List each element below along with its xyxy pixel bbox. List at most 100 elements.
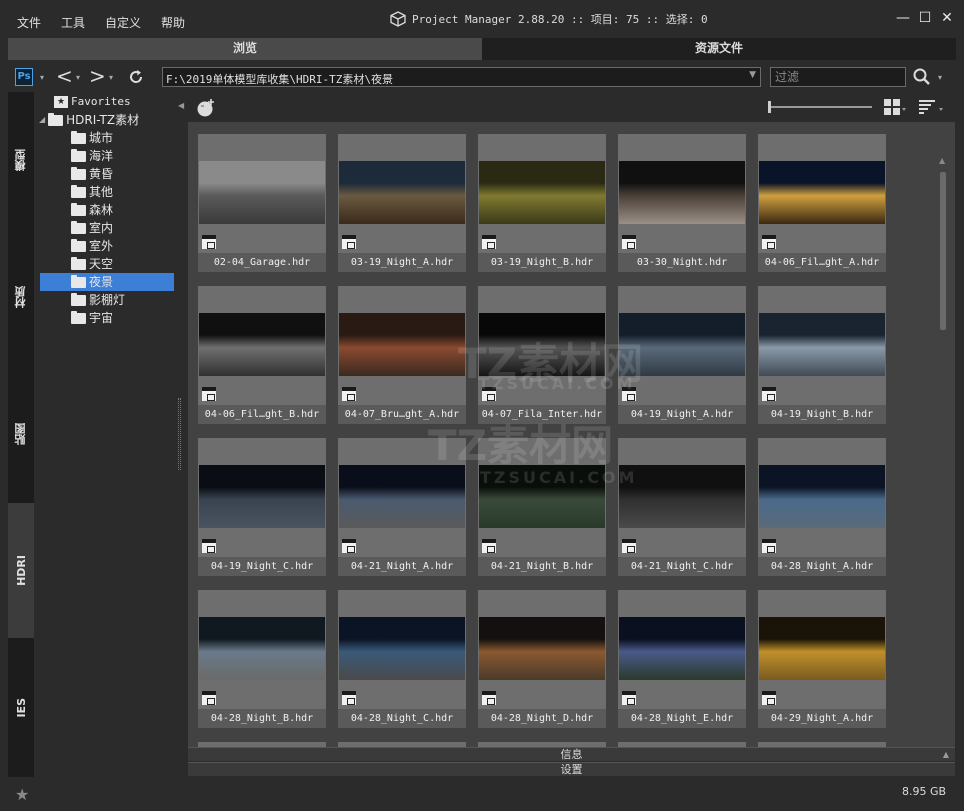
file-card[interactable]: 03-19_Night_A.hdr [338,134,466,272]
hdr-file-icon [342,539,356,553]
tree-folder[interactable]: 森林 [71,201,113,219]
forward-history-dropdown-icon[interactable]: ▾ [109,73,113,82]
close-button[interactable]: ✕ [939,10,955,26]
tree-item-root[interactable]: ◢ HDRI-TZ素材 [39,111,139,129]
tree-folder[interactable]: 影棚灯 [71,291,125,309]
thumbnail-size-slider[interactable] [768,101,872,113]
grid-view-icon[interactable] [884,99,906,115]
hdr-thumbnail [339,313,465,376]
ps-dropdown-icon[interactable]: ▾ [40,73,44,82]
hdr-file-icon [342,691,356,705]
search-dropdown-icon[interactable]: ▾ [938,73,942,82]
menu-help[interactable]: 帮助 [161,14,185,31]
file-card[interactable]: 04-07_Bru…ght_A.hdr [338,286,466,424]
side-tab-models[interactable]: 模型 [8,92,34,227]
hdr-file-icon [202,539,216,553]
file-card[interactable]: 04-28_Night_A.hdr [758,438,886,576]
file-name: 04-21_Night_B.hdr [478,557,606,576]
tree-item-label: HDRI-TZ素材 [66,113,140,127]
file-card[interactable]: 04-19_Night_A.hdr [618,286,746,424]
file-card[interactable]: 02-04_Garage.hdr [198,134,326,272]
file-card[interactable]: 04-06_Fil…ght_B.hdr [198,286,326,424]
side-tab-materials[interactable]: 材质 [8,229,34,364]
collapse-tree-icon[interactable]: ◀ [178,101,184,110]
path-dropdown-icon[interactable]: ▼ [749,70,756,80]
hdr-file-icon [482,691,496,705]
path-input[interactable]: F:\2019单体模型库收集\HDRI-TZ素材\夜景 ▼ [162,67,761,87]
hdr-file-icon [622,235,636,249]
tree-folder[interactable]: 室内 [71,219,113,237]
hdr-thumbnail [199,465,325,528]
add-item-icon[interactable] [196,98,216,118]
tree-folder[interactable]: 室外 [71,237,113,255]
hdr-thumbnail [759,617,885,680]
slider-handle[interactable] [768,101,771,113]
forward-arrow-icon[interactable]: > [89,66,106,86]
menu-customize[interactable]: 自定义 [105,14,141,31]
scroll-up-icon[interactable]: ▲ [939,156,945,165]
search-icon[interactable] [912,67,932,87]
hdr-file-icon [202,691,216,705]
folder-icon [71,130,86,144]
file-card[interactable]: 04-06_Fil…ght_A.hdr [758,134,886,272]
collapse-arrow-icon[interactable]: ◢ [39,111,45,129]
maximize-button[interactable]: ☐ [917,10,933,26]
star-icon[interactable]: ★ [15,785,29,804]
file-card[interactable]: 04-28_Night_E.hdr [618,590,746,728]
tree-item-favorites[interactable]: ★ Favorites [54,93,131,111]
pane-splitter[interactable] [178,398,181,470]
file-card[interactable]: 04-19_Night_B.hdr [758,286,886,424]
file-card[interactable]: 04-21_Night_A.hdr [338,438,466,576]
hdr-thumbnail [619,465,745,528]
file-name: 03-30_Night.hdr [618,253,746,272]
menu-file[interactable]: 文件 [17,14,41,31]
hdr-thumbnail [619,161,745,224]
tree-item-label: 天空 [89,257,114,271]
file-card[interactable]: 04-07_Fila_Inter.hdr [478,286,606,424]
tab-browse[interactable]: 浏览 [8,38,482,60]
file-card[interactable]: 04-21_Night_C.hdr [618,438,746,576]
settings-panel-header[interactable]: 设置 [188,762,955,776]
side-tab-textures[interactable]: 贴图 [8,366,34,501]
tree-folder[interactable]: 城市 [71,129,113,147]
file-name: 04-06_Fil…ght_A.hdr [758,253,886,272]
file-card[interactable]: 04-28_Night_C.hdr [338,590,466,728]
tree-folder[interactable]: 其他 [71,183,113,201]
folder-icon [48,112,64,126]
tree-folder[interactable]: 海洋 [71,147,113,165]
tree-item-label: 城市 [89,131,114,145]
tree-folder[interactable]: 宇宙 [71,309,113,327]
photoshop-icon[interactable]: Ps [15,68,33,86]
file-card[interactable]: 04-19_Night_C.hdr [198,438,326,576]
scroll-thumb[interactable] [940,172,946,330]
tab-resource-files[interactable]: 资源文件 [482,38,956,60]
tree-folder[interactable]: 夜景 [40,273,174,291]
tree-folder[interactable]: 天空 [71,255,113,273]
back-arrow-icon[interactable]: < [56,66,73,86]
info-panel-header[interactable]: 信息 ▲ [188,747,955,761]
back-history-dropdown-icon[interactable]: ▾ [76,73,80,82]
menu-tools[interactable]: 工具 [61,14,85,31]
hdr-thumbnail [759,313,885,376]
expand-up-icon[interactable]: ▲ [943,748,949,761]
file-name: 04-07_Bru…ght_A.hdr [338,405,466,424]
filter-input[interactable] [770,67,906,87]
tree-folder[interactable]: 黄昏 [71,165,113,183]
refresh-icon[interactable] [127,68,145,86]
file-card[interactable]: 04-28_Night_D.hdr [478,590,606,728]
side-tab-hdri[interactable]: HDRI [8,503,34,638]
file-card[interactable]: 04-28_Night_B.hdr [198,590,326,728]
file-card[interactable]: 03-19_Night_B.hdr [478,134,606,272]
folder-icon [71,292,86,306]
vertical-scrollbar[interactable]: ▲ ▼ [936,152,950,747]
side-tabs: 模型 材质 贴图 HDRI IES [8,92,34,777]
sort-icon[interactable] [919,99,945,115]
minimize-button[interactable]: — [895,10,911,26]
file-card[interactable]: 04-21_Night_B.hdr [478,438,606,576]
file-name: 04-19_Night_C.hdr [198,557,326,576]
favorites-star-icon: ★ [54,96,68,108]
file-card[interactable]: 04-29_Night_A.hdr [758,590,886,728]
file-card[interactable]: 03-30_Night.hdr [618,134,746,272]
folder-tree: ★ Favorites ◢ HDRI-TZ素材 城市海洋 黄昏 其他 森林 室内 室外天空… [36,92,176,777]
side-tab-ies[interactable]: IES [8,640,34,775]
